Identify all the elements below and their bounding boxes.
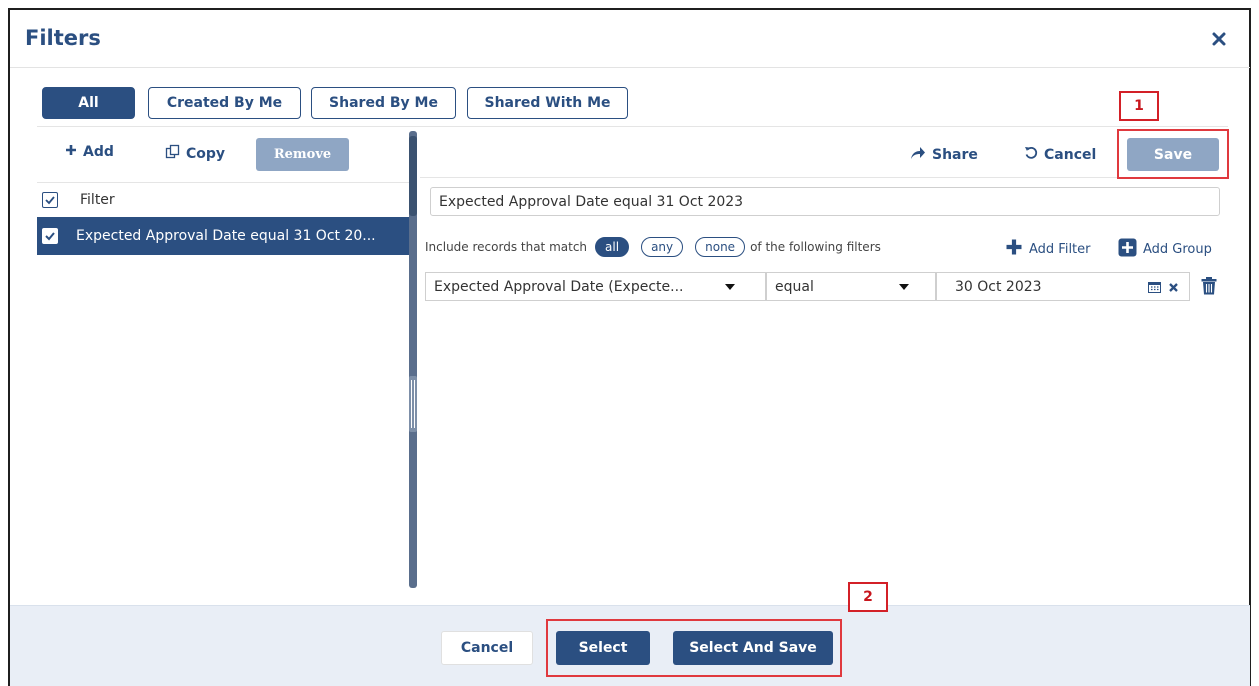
trash-icon[interactable] xyxy=(1201,277,1217,299)
match-all-toggle[interactable]: all xyxy=(595,237,630,257)
copy-button-label: Copy xyxy=(186,145,226,162)
match-options: Include records that match all any none … xyxy=(425,235,881,259)
tab-all[interactable]: All xyxy=(42,87,135,119)
condition-field-select[interactable]: Expected Approval Date (Expecte... xyxy=(425,272,766,301)
select-all-checkbox[interactable] xyxy=(42,191,58,208)
match-suffix: of the following filters xyxy=(750,240,881,254)
cancel-edit-button[interactable]: Cancel xyxy=(1024,146,1096,164)
match-prefix: Include records that match xyxy=(425,240,588,254)
filter-column-header: Filter xyxy=(80,191,115,208)
filter-list-row[interactable]: Expected Approval Date equal 31 Oct 20..… xyxy=(37,217,410,255)
plus-icon xyxy=(1005,238,1023,260)
tab-shared-by-me[interactable]: Shared By Me xyxy=(311,87,456,119)
share-button-label: Share xyxy=(932,147,978,163)
copy-icon xyxy=(165,144,180,163)
tab-shared-with-me[interactable]: Shared With Me xyxy=(467,87,628,119)
clear-icon[interactable] xyxy=(1168,281,1179,297)
share-icon xyxy=(910,146,926,164)
remove-button[interactable]: Remove xyxy=(256,138,349,171)
dialog-title: Filters xyxy=(25,26,101,50)
copy-button[interactable]: Copy xyxy=(165,144,225,163)
callout-label-1: 1 xyxy=(1119,91,1159,121)
callout-label-2: 2 xyxy=(848,582,888,612)
add-button-label: Add xyxy=(83,144,114,160)
filter-row-label: Expected Approval Date equal 31 Oct 20..… xyxy=(76,228,376,244)
caret-down-icon xyxy=(725,284,735,290)
add-button[interactable]: Add xyxy=(65,144,114,160)
footer-cancel-button[interactable]: Cancel xyxy=(441,631,533,665)
tab-created-by-me[interactable]: Created By Me xyxy=(148,87,301,119)
condition-operator-value: equal xyxy=(775,278,814,295)
row-checkbox[interactable] xyxy=(42,228,58,244)
condition-value-text: 30 Oct 2023 xyxy=(955,278,1042,295)
condition-value-input[interactable]: 30 Oct 2023 xyxy=(936,272,1190,301)
undo-icon xyxy=(1024,146,1038,164)
filter-list-header: Filter xyxy=(37,182,410,216)
add-group-button[interactable]: Add Group xyxy=(1118,238,1212,261)
cancel-edit-label: Cancel xyxy=(1044,147,1097,163)
share-button[interactable]: Share xyxy=(910,146,978,164)
callout-box-select-buttons xyxy=(546,619,842,677)
add-filter-label: Add Filter xyxy=(1029,241,1091,257)
plus-icon xyxy=(65,144,77,160)
filter-name-input[interactable] xyxy=(430,187,1220,216)
close-icon[interactable] xyxy=(1210,30,1228,48)
splitter-grip[interactable] xyxy=(409,376,417,432)
add-filter-button[interactable]: Add Filter xyxy=(1005,238,1091,260)
add-group-label: Add Group xyxy=(1143,242,1212,257)
splitter-scroll-thumb[interactable] xyxy=(409,136,417,216)
calendar-icon[interactable] xyxy=(1148,281,1161,297)
callout-box-save xyxy=(1117,129,1229,179)
match-any-toggle[interactable]: any xyxy=(641,237,684,257)
dialog-header: Filters xyxy=(10,10,1250,68)
condition-operator-select[interactable]: equal xyxy=(766,272,936,301)
match-none-toggle[interactable]: none xyxy=(695,237,746,257)
condition-field-value: Expected Approval Date (Expecte... xyxy=(434,278,684,295)
left-toolbar: Add Copy Remove xyxy=(37,127,410,179)
right-toolbar: Share Cancel xyxy=(420,128,1228,178)
plus-square-icon xyxy=(1118,238,1137,261)
filter-list-panel: Add Copy Remove Filter Expected Approval… xyxy=(37,127,410,589)
caret-down-icon xyxy=(899,284,909,290)
